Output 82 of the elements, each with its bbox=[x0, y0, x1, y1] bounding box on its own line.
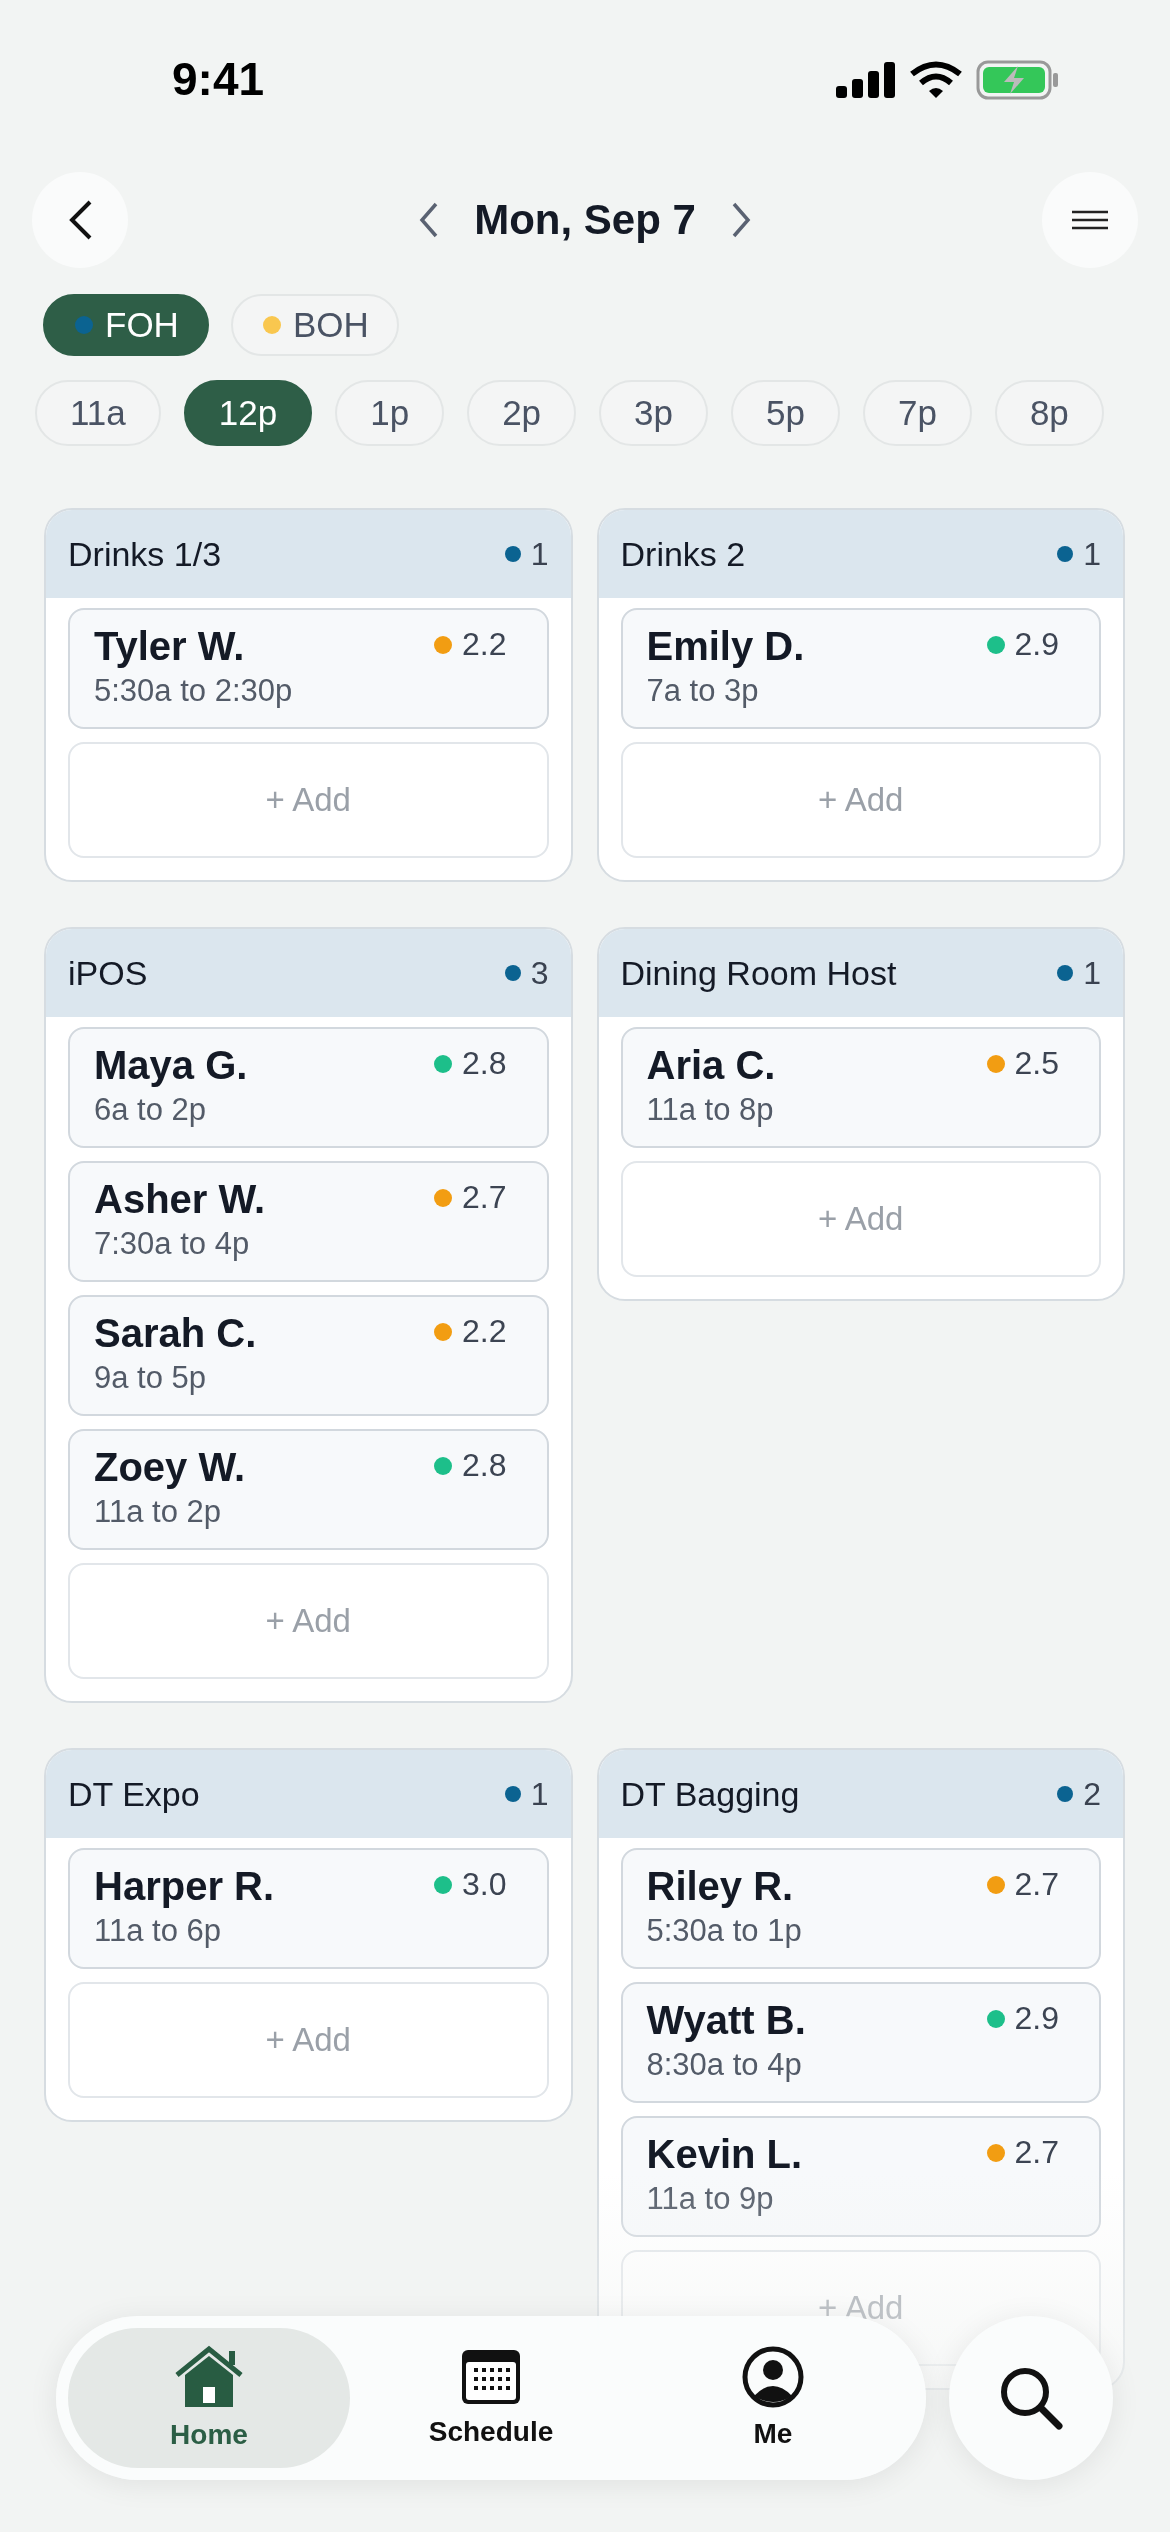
rating-value: 2.7 bbox=[1014, 2134, 1059, 2171]
position-title: Drinks 1/3 bbox=[68, 534, 222, 574]
filter-chip[interactable]: FOH bbox=[43, 294, 209, 356]
position-title: Dining Room Host bbox=[620, 953, 897, 993]
rating-value: 2.2 bbox=[462, 626, 507, 663]
shift-time: 5:30a to 1p bbox=[646, 1913, 802, 1949]
employee-name: Sarah C. bbox=[94, 1311, 257, 1356]
position-title: DT Expo bbox=[68, 1774, 200, 1814]
shift-card[interactable]: Maya G. 6a to 2p 2.8 bbox=[68, 1027, 549, 1148]
employee-name: Emily D. bbox=[646, 624, 805, 669]
rating-value: 2.9 bbox=[1014, 2000, 1059, 2037]
status-time: 9:41 bbox=[172, 52, 265, 106]
wifi-icon bbox=[910, 61, 962, 99]
shift-card[interactable]: Tyler W. 5:30a to 2:30p 2.2 bbox=[68, 608, 549, 729]
count-dot bbox=[504, 965, 521, 981]
shift-count: 3 bbox=[530, 954, 549, 992]
battery-icon bbox=[976, 60, 1060, 100]
tab-item[interactable]: Home bbox=[68, 2328, 350, 2468]
rating-value: 3.0 bbox=[462, 1866, 507, 1903]
hour-chip[interactable]: 5p bbox=[731, 380, 840, 446]
employee-name: Kevin L. bbox=[646, 2132, 803, 2177]
shift-card[interactable]: Zoey W. 11a to 2p 2.8 bbox=[68, 1429, 549, 1550]
shift-count: 2 bbox=[1083, 1775, 1101, 1813]
shift-time: 7:30a to 4p bbox=[94, 1226, 250, 1262]
employee-name: Maya G. bbox=[94, 1043, 248, 1088]
shift-time: 8:30a to 4p bbox=[646, 2047, 802, 2083]
rating-value: 2.8 bbox=[462, 1447, 507, 1484]
count-dot bbox=[1057, 965, 1074, 981]
hour-chip[interactable]: 11a bbox=[35, 380, 161, 446]
shift-time: 11a to 9p bbox=[646, 2181, 774, 2217]
count-dot bbox=[504, 1786, 521, 1802]
employee-name: Tyler W. bbox=[94, 624, 245, 669]
rating-value: 2.5 bbox=[1014, 1045, 1059, 1082]
employee-name: Asher W. bbox=[94, 1177, 266, 1222]
employee-name: Zoey W. bbox=[94, 1445, 246, 1490]
rating-value: 2.7 bbox=[1014, 1866, 1059, 1903]
hour-chip[interactable]: 12p bbox=[183, 380, 313, 446]
count-dot bbox=[504, 546, 521, 562]
shift-card[interactable]: Kevin L. 11a to 9p 2.7 bbox=[620, 2116, 1101, 2237]
shift-card[interactable]: Sarah C. 9a to 5p 2.2 bbox=[68, 1295, 549, 1416]
employee-name: Riley R. bbox=[646, 1864, 794, 1909]
employee-name: Aria C. bbox=[646, 1043, 776, 1088]
count-dot bbox=[1057, 546, 1074, 562]
shift-count: 1 bbox=[1083, 535, 1101, 573]
rating-value: 2.7 bbox=[462, 1179, 507, 1216]
shift-count: 1 bbox=[530, 1775, 549, 1813]
hour-chip[interactable]: 3p bbox=[599, 380, 709, 446]
count-dot bbox=[1057, 1786, 1074, 1802]
rating-value: 2.9 bbox=[1014, 626, 1059, 663]
shift-time: 6a to 2p bbox=[94, 1092, 207, 1128]
filter-chip[interactable]: BOH bbox=[230, 294, 399, 356]
position-title: Drinks 2 bbox=[620, 534, 746, 574]
date-title: Mon, Sep 7 bbox=[474, 196, 696, 244]
shift-card[interactable]: Riley R. 5:30a to 1p 2.7 bbox=[620, 1848, 1101, 1969]
rating-value: 2.8 bbox=[462, 1045, 507, 1082]
shift-time: 11a to 6p bbox=[94, 1913, 221, 1949]
shift-count: 1 bbox=[1083, 954, 1101, 992]
shift-card[interactable]: Emily D. 7a to 3p 2.9 bbox=[620, 608, 1101, 729]
rating-value: 2.2 bbox=[462, 1313, 507, 1350]
hour-chip[interactable]: 8p bbox=[994, 380, 1104, 446]
calendar-icon bbox=[460, 2348, 522, 2406]
employee-name: Harper R. bbox=[94, 1864, 275, 1909]
shift-count: 1 bbox=[530, 535, 549, 573]
hour-chip[interactable]: 1p bbox=[335, 380, 445, 446]
employee-name: Wyatt B. bbox=[646, 1998, 806, 2043]
position-title: iPOS bbox=[68, 953, 148, 993]
signal-icon bbox=[836, 62, 896, 98]
menu-icon bbox=[1070, 209, 1110, 231]
position-title: DT Bagging bbox=[620, 1774, 800, 1814]
house-icon bbox=[173, 2345, 245, 2409]
hour-chip[interactable]: 2p bbox=[467, 380, 577, 446]
shift-card[interactable]: Asher W. 7:30a to 4p 2.7 bbox=[68, 1161, 549, 1282]
shift-time: 5:30a to 2:30p bbox=[94, 673, 293, 709]
profile-icon bbox=[742, 2346, 804, 2408]
shift-time: 7a to 3p bbox=[646, 673, 759, 709]
shift-time: 11a to 8p bbox=[646, 1092, 774, 1128]
shift-card[interactable]: Aria C. 11a to 8p 2.5 bbox=[620, 1027, 1101, 1148]
shift-time: 9a to 5p bbox=[94, 1360, 207, 1396]
shift-card[interactable]: Wyatt B. 8:30a to 4p 2.9 bbox=[620, 1982, 1101, 2103]
hour-chip[interactable]: 7p bbox=[862, 380, 972, 446]
shift-card[interactable]: Harper R. 11a to 6p 3.0 bbox=[68, 1848, 549, 1969]
shift-time: 11a to 2p bbox=[94, 1494, 221, 1530]
